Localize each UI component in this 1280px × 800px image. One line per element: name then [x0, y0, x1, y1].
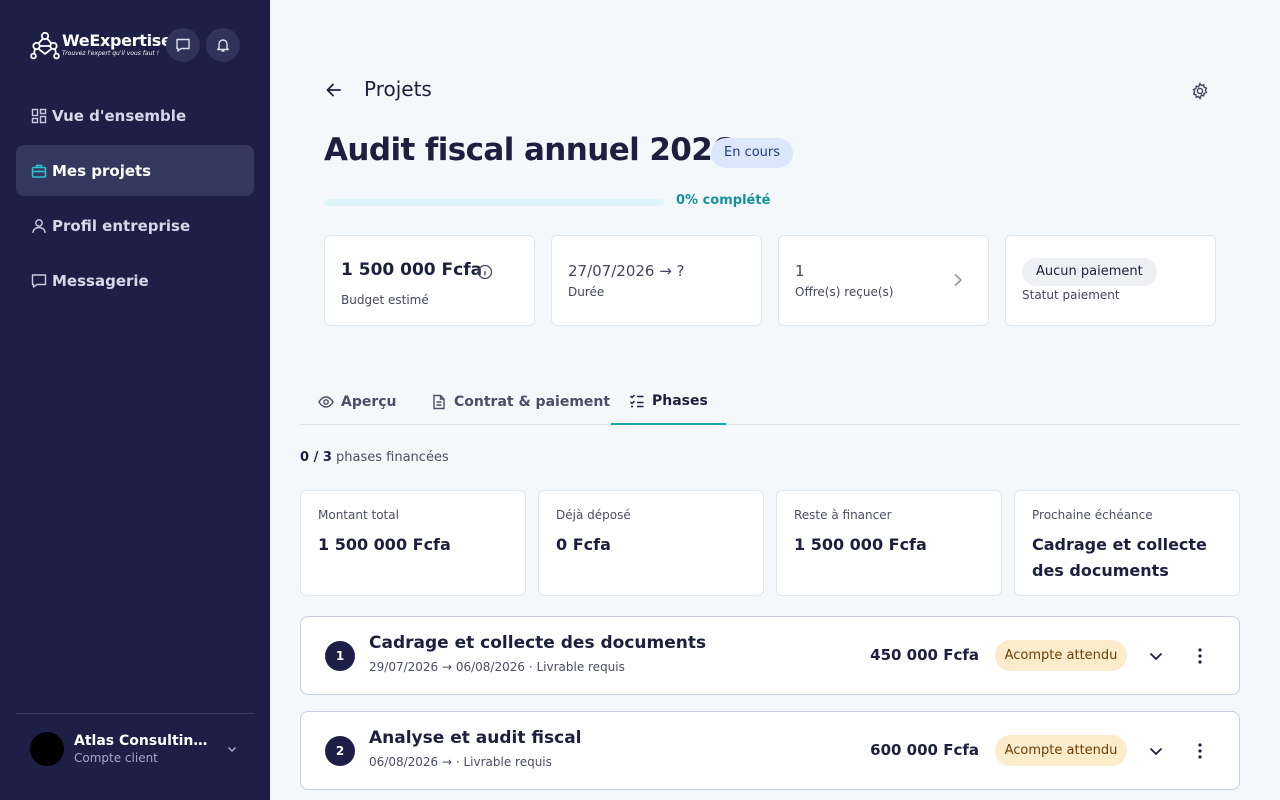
phase-amount: 600 000 Fcfa — [870, 741, 979, 759]
breadcrumb[interactable]: Projets — [364, 77, 432, 101]
summary-value: 0 Fcfa — [556, 535, 611, 554]
brand-tagline: Trouvez l'expert qu'il vous faut ! — [62, 50, 160, 57]
briefcase-icon — [31, 164, 47, 178]
payment-status-badge: Aucun paiement — [1022, 258, 1157, 286]
account-switcher[interactable]: Atlas Consulting SA... Compte client — [16, 713, 254, 783]
account-name: Atlas Consulting SA... — [74, 732, 216, 749]
phases-funded-summary: 0 / 3 phases financées — [300, 450, 449, 465]
sidebar-item-messaging[interactable]: Messagerie — [16, 255, 254, 306]
sidebar-item-projects[interactable]: Mes projets — [16, 145, 254, 196]
grid-icon — [31, 108, 47, 123]
avatar — [30, 731, 64, 766]
document-icon — [433, 394, 445, 409]
eye-icon — [318, 395, 334, 408]
sidebar-item-overview[interactable]: Vue d'ensemble — [16, 90, 254, 141]
account-role: Compte client — [74, 750, 158, 765]
phase-status-badge: Acompte attendu — [995, 735, 1127, 766]
tab-contract-payment[interactable]: Contrat & paiement — [413, 378, 628, 425]
brand-logo[interactable]: WeExpertise Trouvez l'expert qu'il vous … — [30, 30, 172, 60]
tab-overview[interactable]: Aperçu — [300, 378, 415, 425]
sidebar-item-label: Messagerie — [52, 271, 149, 290]
budget-label: Budget estimé — [341, 293, 429, 307]
chevron-down-icon[interactable] — [1146, 741, 1166, 761]
deposited-card: Déjà déposé 0 Fcfa — [538, 490, 764, 596]
notifications-button[interactable] — [206, 28, 240, 62]
summary-value: 1 500 000 Fcfa — [318, 535, 451, 554]
tab-label: Aperçu — [341, 393, 397, 410]
phase-status-badge: Acompte attendu — [995, 640, 1127, 671]
phase-row[interactable]: 2 Analyse et audit fiscal 06/08/2026 → ·… — [300, 711, 1240, 790]
duration-label: Durée — [568, 285, 605, 299]
gear-icon[interactable] — [1190, 81, 1210, 101]
next-deadline-card: Prochaine échéance Cadrage et collecte d… — [1014, 490, 1240, 596]
user-icon — [32, 218, 46, 233]
offers-value: 1 — [795, 262, 805, 280]
sidebar-item-label: Profil entreprise — [52, 216, 191, 235]
summary-value: 1 500 000 Fcfa — [794, 535, 927, 554]
info-icon[interactable] — [477, 264, 493, 280]
network-logo-icon — [30, 31, 60, 60]
status-badge: En cours — [711, 138, 794, 168]
budget-card: 1 500 000 Fcfa Budget estimé — [324, 235, 535, 326]
duration-card: 27/07/2026 → ? Durée — [551, 235, 762, 326]
chevron-down-icon — [227, 746, 237, 753]
summary-label: Déjà déposé — [556, 508, 631, 522]
phase-number: 1 — [325, 641, 355, 671]
phase-title: Analyse et audit fiscal — [369, 728, 582, 748]
summary-value: Cadrage et collecte des documents — [1032, 535, 1207, 580]
chevron-right-icon — [954, 273, 963, 287]
progress-label: 0% complété — [676, 193, 771, 208]
funded-text: phases financées — [336, 450, 449, 465]
checklist-icon — [629, 393, 644, 407]
budget-value: 1 500 000 Fcfa — [341, 260, 483, 280]
tab-label: Phases — [652, 392, 708, 409]
summary-label: Prochaine échéance — [1032, 508, 1153, 522]
offers-label: Offre(s) reçue(s) — [795, 285, 894, 299]
chevron-down-icon[interactable] — [1146, 646, 1166, 666]
brand-name: WeExpertise — [62, 31, 172, 50]
tab-bar: Aperçu Contrat & paiement Phases — [300, 378, 1240, 425]
phase-amount: 450 000 Fcfa — [870, 646, 979, 664]
sidebar: WeExpertise Trouvez l'expert qu'il vous … — [0, 0, 270, 800]
sidebar-item-company-profile[interactable]: Profil entreprise — [16, 200, 254, 251]
sidebar-nav: Vue d'ensemble Mes projets Profil entrep… — [16, 90, 254, 310]
remaining-card: Reste à financer 1 500 000 Fcfa — [776, 490, 1002, 596]
payment-label: Statut paiement — [1022, 288, 1120, 302]
phase-number: 2 — [325, 736, 355, 766]
progress-bar — [324, 199, 664, 206]
bell-icon — [217, 39, 229, 52]
chat-icon — [31, 273, 47, 288]
sidebar-item-label: Mes projets — [52, 161, 152, 180]
payment-card: Aucun paiement Statut paiement — [1005, 235, 1216, 326]
offers-card[interactable]: 1 Offre(s) reçue(s) — [778, 235, 989, 326]
phase-row[interactable]: 1 Cadrage et collecte des documents 29/0… — [300, 616, 1240, 695]
summary-label: Montant total — [318, 508, 399, 522]
phase-meta: 06/08/2026 → · Livrable requis — [369, 755, 552, 769]
tab-phases[interactable]: Phases — [611, 378, 726, 425]
summary-label: Reste à financer — [794, 508, 892, 522]
back-arrow-icon[interactable] — [324, 80, 344, 100]
phase-meta: 29/07/2026 → 06/08/2026 · Livrable requi… — [369, 660, 625, 674]
phase-title: Cadrage et collecte des documents — [369, 633, 707, 653]
main-content: Projets Audit fiscal annuel 2026 En cour… — [270, 0, 1280, 800]
duration-value: 27/07/2026 → ? — [568, 262, 685, 280]
total-amount-card: Montant total 1 500 000 Fcfa — [300, 490, 526, 596]
funded-count: 0 / 3 — [300, 450, 332, 465]
tab-label: Contrat & paiement — [454, 393, 611, 410]
messages-button[interactable] — [166, 28, 200, 62]
chat-icon — [176, 38, 190, 52]
sidebar-item-label: Vue d'ensemble — [52, 106, 187, 125]
page-title: Audit fiscal annuel 2026 — [324, 132, 734, 168]
more-vertical-icon[interactable] — [1190, 646, 1210, 666]
more-vertical-icon[interactable] — [1190, 741, 1210, 761]
